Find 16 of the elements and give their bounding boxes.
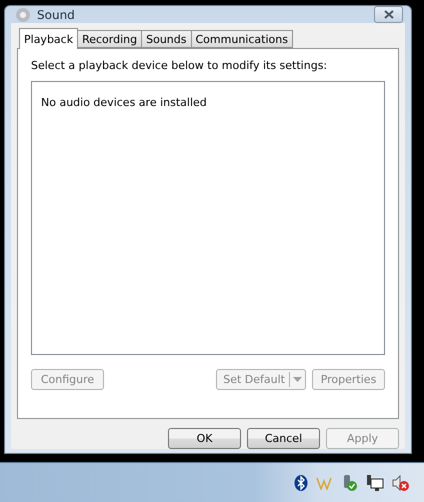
tab[interactable]: Playback [19,28,78,49]
bluetooth-icon[interactable] [294,474,308,490]
device-list[interactable]: No audio devices are installed [31,81,385,355]
close-button[interactable] [374,6,403,23]
tab[interactable]: Recording [77,30,142,48]
empty-message: No audio devices are installed [41,96,207,109]
dialog-button[interactable]: OK [168,428,241,449]
dialog-button[interactable]: Cancel [247,428,320,449]
tab[interactable]: Communications [190,30,293,48]
network-icon[interactable] [366,474,384,492]
speaker-muted-icon[interactable] [392,474,410,492]
close-icon [384,10,394,19]
instruction-text: Select a playback device below to modify its settings: [31,59,328,72]
caret-icon [293,377,302,382]
window-title: Sound [37,8,76,22]
tab[interactable]: Sounds [141,30,192,48]
